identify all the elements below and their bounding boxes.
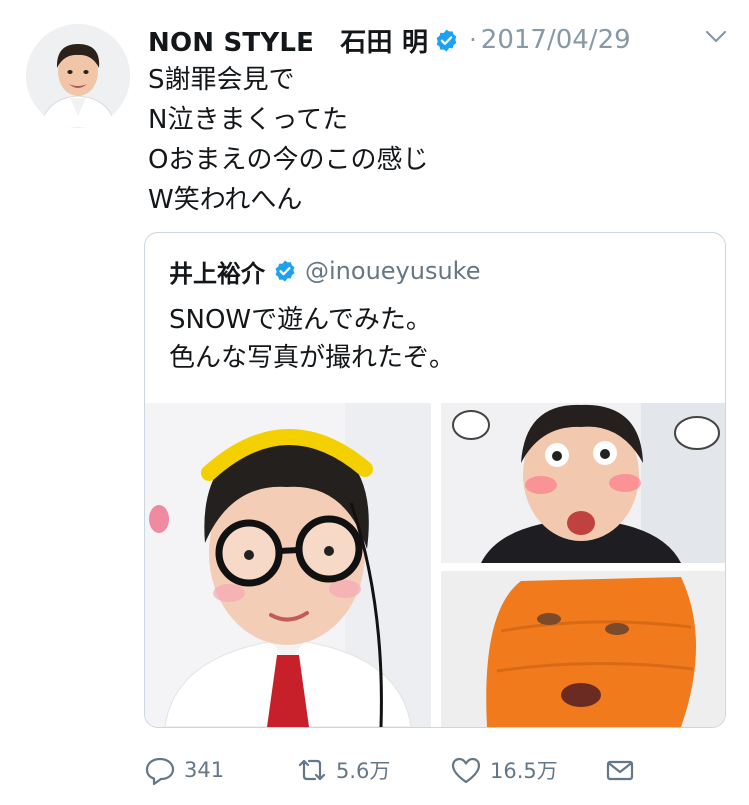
tweet-line: N泣きまくってた — [148, 105, 349, 135]
reply-icon — [145, 757, 175, 786]
quoted-display-name[interactable]: 井上裕介 — [169, 254, 265, 289]
envelope-icon — [606, 760, 634, 781]
reply-button[interactable]: 341 — [144, 748, 224, 792]
tweet-date[interactable]: 2017/04/29 — [481, 25, 631, 55]
chevron-down-icon[interactable] — [705, 30, 727, 44]
quoted-tweet[interactable]: 井上裕介 @inoueyusuke SNOWで遊んでみた。 色んな写真が撮れたぞ… — [144, 232, 726, 728]
avatar[interactable] — [26, 24, 130, 128]
photo-1[interactable] — [145, 403, 431, 727]
tweet-line: W笑われへん — [148, 185, 303, 215]
verified-badge-icon — [275, 260, 295, 282]
verified-badge-icon — [436, 29, 457, 51]
retweet-count: 5.6万 — [336, 759, 391, 783]
like-button[interactable]: 16.5万 — [450, 748, 558, 792]
photo-grid — [145, 403, 725, 727]
heart-icon — [451, 757, 481, 784]
display-name[interactable]: NON STYLE 石田 明 — [148, 22, 428, 59]
retweet-button[interactable]: 5.6万 — [296, 748, 390, 792]
retweet-icon — [298, 759, 326, 781]
photo-3[interactable] — [441, 571, 725, 727]
quoted-tweet-header: 井上裕介 @inoueyusuke — [169, 253, 480, 289]
tweet-actions: 341 5.6万 16.5万 — [0, 748, 749, 792]
tweet-line: S謝罪会見で — [148, 65, 295, 95]
separator: · — [469, 26, 477, 54]
quoted-handle[interactable]: @inoueyusuke — [305, 257, 480, 285]
quoted-line: 色んな写真が撮れたぞ。 — [169, 343, 456, 373]
like-count: 16.5万 — [490, 759, 558, 783]
tweet-line: Oおまえの今のこの感じ — [148, 145, 429, 175]
reply-count: 341 — [184, 758, 225, 782]
tweet-text: S謝罪会見で N泣きまくってた Oおまえの今のこの感じ W笑われへん — [148, 60, 428, 220]
quoted-line: SNOWで遊んでみた。 — [169, 305, 432, 335]
tweet-header: NON STYLE 石田 明 · 2017/04/29 — [148, 20, 729, 60]
quoted-tweet-text: SNOWで遊んでみた。 色んな写真が撮れたぞ。 — [169, 301, 455, 377]
direct-message-button[interactable] — [604, 748, 636, 792]
photo-2[interactable] — [441, 403, 725, 563]
